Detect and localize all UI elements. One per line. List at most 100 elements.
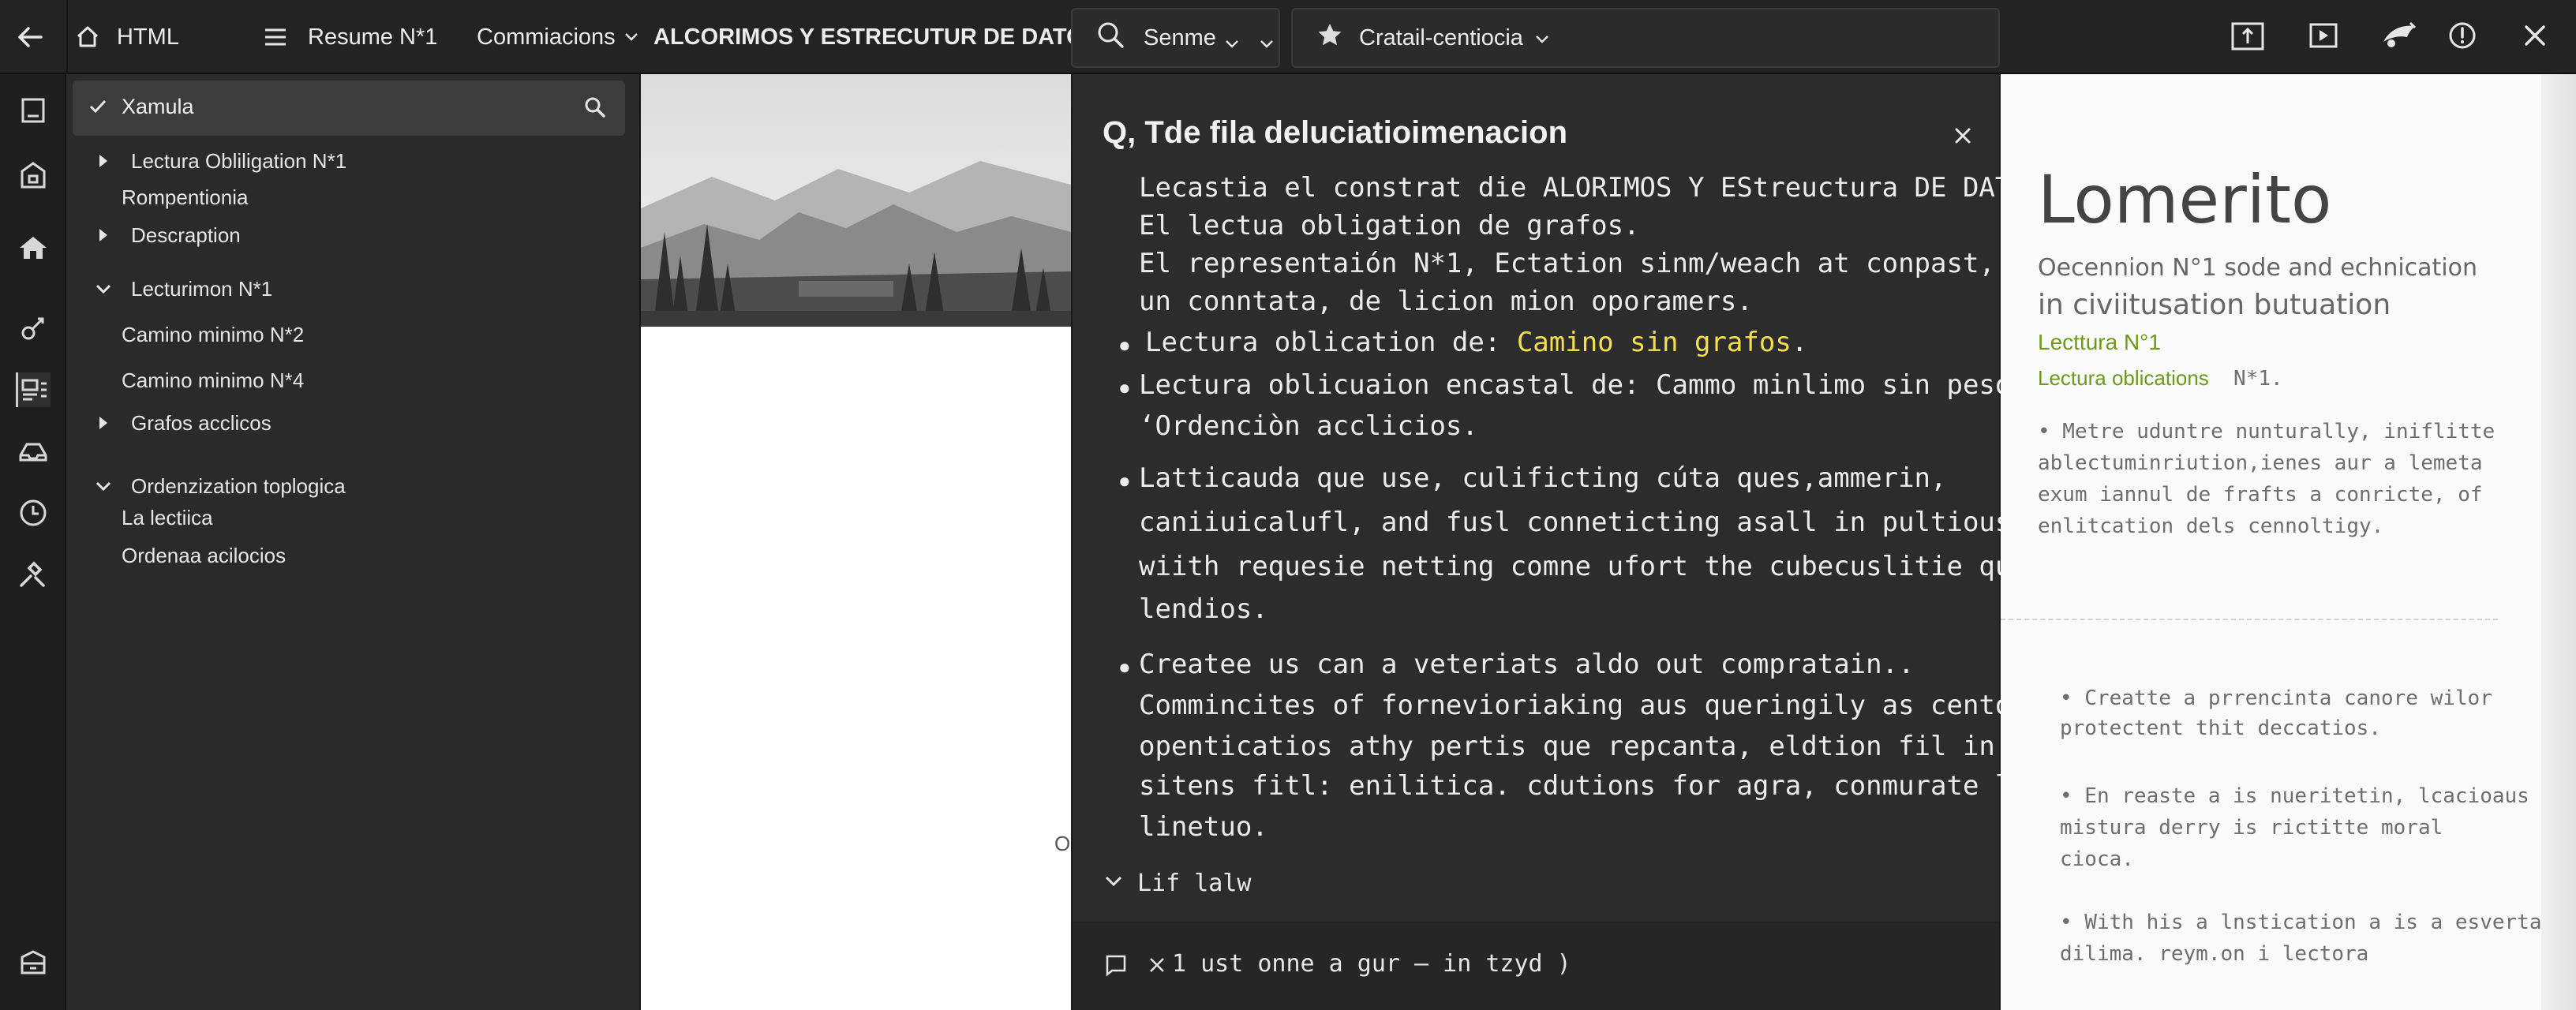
resume-button[interactable]: Resume N*1 bbox=[264, 0, 437, 74]
document-icon[interactable] bbox=[16, 93, 51, 128]
panel-title: Q, Tde fila deluciatioimenacion bbox=[1103, 115, 1568, 150]
sidebar-item-la-lectiica[interactable]: La lectiica bbox=[122, 502, 213, 533]
chevron-down-icon bbox=[1534, 25, 1550, 51]
sidebar-item-lecturimon[interactable]: Lecturimon N*1 bbox=[90, 271, 272, 306]
crataill-value: Cratail-centiocia bbox=[1359, 24, 1523, 50]
back-arrow-icon[interactable] bbox=[14, 0, 46, 74]
chevron-down-icon bbox=[90, 275, 117, 302]
bullet-dot: ● bbox=[1118, 333, 1131, 357]
doc-bullet-line: cioca. bbox=[2060, 847, 2134, 871]
info-icon bbox=[2448, 21, 2477, 54]
sidebar-item-rompentionia[interactable]: Rompentionia bbox=[122, 181, 248, 213]
bullet-line: Commincites of fornevioriaking aus queri… bbox=[1139, 690, 2027, 721]
house-icon[interactable] bbox=[16, 230, 51, 265]
crataill-dropdown[interactable]: Cratail-centiocia bbox=[1291, 8, 2000, 68]
tools-icon[interactable] bbox=[16, 311, 51, 346]
home-button[interactable]: HTML bbox=[74, 0, 179, 74]
sidebar-search[interactable]: Xamula bbox=[73, 80, 625, 136]
sidebar-item-camino-minimo-4[interactable]: Camino minimo N*4 bbox=[122, 365, 304, 396]
doc-paragraph-line: exum iannul de frafts a conricte, of bbox=[2038, 483, 2483, 507]
sidebar-item-lectura-obligation[interactable]: Lectura Obliligation N*1 bbox=[90, 144, 346, 178]
chevron-down-icon[interactable] bbox=[1259, 30, 1275, 56]
sidebar-item-label: Lecturimon N*1 bbox=[131, 276, 273, 301]
sidebar-item-ordenaa-acilocios[interactable]: Ordenaa acilocios bbox=[122, 540, 286, 571]
close-button[interactable] bbox=[2503, 0, 2567, 74]
doc-bullet-line: • With his a lnstication a is a esverta bbox=[2060, 911, 2542, 934]
sidebar-item-grafos-acclicos[interactable]: Grafos acclicos bbox=[90, 406, 271, 440]
intro-line: Lecastia el constrat die ALORIMOS Y EStr… bbox=[1139, 172, 2092, 204]
sidebar-item-label: La lectiica bbox=[122, 505, 213, 529]
sidebar-item-label: Descraption bbox=[131, 223, 241, 247]
bullet-line: lendios. bbox=[1139, 593, 1268, 625]
stray-text: O bbox=[1054, 832, 1071, 855]
sidebar-search-label: Xamula bbox=[122, 95, 194, 118]
doc-subtitle: Oecennion N°1 sode and echnication bbox=[2038, 254, 2478, 282]
commiacions-dropdown[interactable]: Commiacions bbox=[477, 0, 639, 74]
bullet-line: Createe us can a veteriats aldo out comp… bbox=[1139, 649, 1915, 680]
divider bbox=[66, 0, 68, 74]
star-icon bbox=[1316, 21, 1343, 54]
chevron-down-icon bbox=[1224, 30, 1240, 56]
share-icon bbox=[2230, 20, 2265, 55]
bullet-dot: ● bbox=[1118, 655, 1131, 679]
cast-icon bbox=[2380, 20, 2418, 55]
scrollbar-track[interactable] bbox=[2541, 74, 2576, 1010]
top-toolbar: HTML Resume N*1 Commiacions ALCORIMOS Y … bbox=[0, 0, 2576, 74]
sidebar-item-descraption[interactable]: Descraption bbox=[90, 218, 241, 252]
bullet-text: Lectura oblication de: Camino sin grafos… bbox=[1145, 327, 1807, 358]
doc-paragraph-line: • Metre uduntre nunturally, iniflitte bbox=[2038, 420, 2496, 443]
doc-subtitle: in civiitusation butuation bbox=[2038, 289, 2391, 321]
intro-line: El lectua obligation de grafos. bbox=[1139, 210, 1640, 241]
doc-bullet-line: protectent thit deccatios. bbox=[2060, 716, 2381, 740]
info-button[interactable] bbox=[2431, 0, 2494, 74]
sidebar-item-label: Rompentionia bbox=[122, 185, 249, 209]
doc-link-suffix: N*1. bbox=[2233, 367, 2283, 391]
doc-paragraph-line: enlitcation dels cennoltigy. bbox=[2038, 514, 2384, 538]
clock-icon[interactable] bbox=[16, 496, 51, 530]
divider bbox=[2001, 619, 2498, 620]
doc-link[interactable]: Lectura oblications N*1. bbox=[2038, 366, 2283, 391]
bullet-line: Latticauda que use, culificting cúta que… bbox=[1139, 462, 1947, 494]
document-view: Lomerito Oecennion N°1 sode and echnicat… bbox=[2001, 74, 2576, 1010]
share-button[interactable] bbox=[2216, 0, 2279, 74]
sidebar-item-label: Grafos acclicos bbox=[131, 410, 271, 435]
canvas-area bbox=[641, 74, 1071, 1010]
comment-icon[interactable] bbox=[1104, 953, 1128, 981]
search-value: Senme bbox=[1144, 24, 1216, 50]
dashboard-icon[interactable] bbox=[16, 372, 51, 407]
search-icon bbox=[1096, 21, 1125, 55]
close-icon[interactable] bbox=[1148, 956, 1166, 978]
commiacions-label: Commiacions bbox=[477, 24, 616, 50]
left-icon-rail bbox=[0, 74, 66, 1010]
intro-line: un conntata, de licion mion oporamers. bbox=[1139, 286, 1753, 317]
bullet-line: ʻOrdenciòn acclicios. bbox=[1139, 410, 1478, 442]
search-icon[interactable] bbox=[584, 96, 606, 122]
chevron-down-icon bbox=[1104, 875, 1123, 892]
sidebar-item-camino-minimo-2[interactable]: Camino minimo N*2 bbox=[122, 319, 304, 350]
present-button[interactable] bbox=[2292, 0, 2355, 74]
doc-bullet-line: dilima. reym.on i lectora bbox=[2060, 942, 2369, 966]
sidebar-item-ordenzization-toplogica[interactable]: Ordenzization toplogica bbox=[90, 469, 346, 503]
bullet-line: linetuo. bbox=[1139, 811, 1268, 843]
close-icon[interactable] bbox=[1947, 120, 1979, 152]
doc-bullet-line: • Creatte a prrencinta canore wilor bbox=[2060, 686, 2492, 710]
doc-link[interactable]: Lecttura N°1 bbox=[2038, 330, 2161, 355]
bullet-line: openticatios athy pertis que repcanta, e… bbox=[1139, 731, 2060, 762]
sidebar-item-label: Camino minimo N*4 bbox=[122, 368, 305, 392]
inbox-icon[interactable] bbox=[16, 434, 51, 469]
bullet-line: Lectura oblicuaion encastal de: Cammo mi… bbox=[1139, 369, 2044, 401]
doc-bullet-line: • En reaste a is nueritetin, lcacioaus bbox=[2060, 784, 2529, 808]
highlight-link[interactable]: Camino sin grafos bbox=[1517, 327, 1792, 358]
collapse-toggle[interactable]: Lif lalw bbox=[1104, 870, 1252, 897]
search-dropdown[interactable]: Senme bbox=[1071, 8, 1280, 68]
bank-icon[interactable] bbox=[16, 158, 51, 193]
bullet-dot: ● bbox=[1118, 469, 1131, 492]
cast-button[interactable] bbox=[2368, 0, 2431, 74]
bullet-dot: ● bbox=[1118, 376, 1131, 399]
home-label: HTML bbox=[117, 24, 179, 50]
menu-icon bbox=[264, 27, 287, 47]
archive-icon[interactable] bbox=[16, 945, 51, 980]
settings-icon[interactable] bbox=[16, 557, 51, 592]
details-panel: Q, Tde fila deluciatioimenacion Lecastia… bbox=[1071, 74, 2092, 1010]
caret-right-icon bbox=[90, 410, 117, 436]
